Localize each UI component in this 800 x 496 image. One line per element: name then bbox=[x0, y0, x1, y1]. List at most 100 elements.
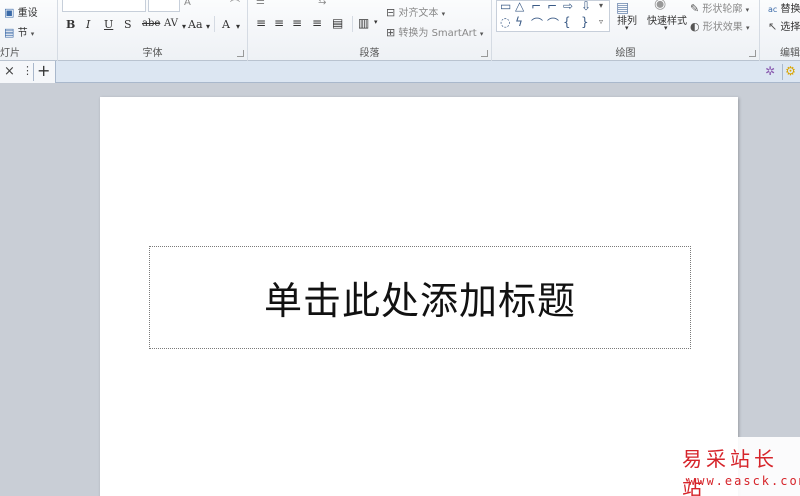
right-brace-shape-icon[interactable]: } bbox=[581, 15, 589, 29]
bold-button[interactable]: B bbox=[66, 18, 75, 31]
arc-shape-icon[interactable]: ⌒ bbox=[531, 15, 543, 32]
text-direction-icon[interactable]: ⇆ bbox=[318, 0, 326, 7]
paragraph-group: ☰ ⇆ ≡ ≡ ≡ ≡ ▤ ▥ ▾ ⊟ 对齐文本 ▾ ⊞ 转换为 SmartAr… bbox=[248, 0, 492, 61]
left-brace-shape-icon[interactable]: { bbox=[563, 15, 571, 29]
distribute-icon[interactable]: ▤ bbox=[332, 16, 343, 30]
drawing-group-label: 绘图 bbox=[615, 48, 636, 59]
italic-button[interactable]: I bbox=[86, 18, 90, 31]
elbow-connector-icon[interactable]: ⌐ bbox=[531, 0, 541, 13]
align-text-button[interactable]: ⊟ 对齐文本 ▾ bbox=[386, 4, 445, 19]
editing-group-label: 编辑 bbox=[780, 48, 800, 59]
effects-icon: ◐ bbox=[690, 20, 700, 33]
font-color-dropdown-icon[interactable]: ▾ bbox=[236, 22, 240, 31]
convert-smartart-label: 转换为 SmartArt bbox=[398, 28, 477, 39]
right-arrow-shape-icon[interactable]: ⇨ bbox=[563, 0, 573, 13]
reset-icon: ▣ bbox=[4, 6, 15, 19]
down-arrow-shape-icon[interactable]: ⇩ bbox=[581, 0, 591, 13]
quick-styles-icon: ◉ bbox=[654, 0, 667, 12]
shadow-button[interactable]: S bbox=[124, 18, 132, 31]
font-dialog-launcher[interactable] bbox=[237, 50, 244, 57]
char-spacing-button[interactable]: AV bbox=[164, 18, 178, 29]
lightning-shape-icon[interactable]: ϟ bbox=[515, 15, 523, 29]
grow-font-icon[interactable]: A˄ bbox=[184, 0, 196, 8]
font-name-combo[interactable] bbox=[62, 0, 146, 12]
font-group: A˄ ⌒ B I U S abe AV ▾ Aa ▾ A ▾ 字体 bbox=[58, 0, 248, 61]
change-case-dropdown-icon[interactable]: ▾ bbox=[206, 22, 210, 31]
cloud-shape-icon[interactable]: ◌ bbox=[500, 15, 510, 29]
paragraph-group-label: 段落 bbox=[359, 48, 380, 59]
underline-button[interactable]: U bbox=[104, 18, 113, 31]
slide-canvas[interactable]: 单击此处添加标题 bbox=[100, 97, 738, 496]
dropdown-arrow-icon: ▾ bbox=[441, 10, 446, 18]
cursor-icon: ↖ bbox=[768, 20, 778, 33]
curve-shape-icon[interactable]: ⌒ bbox=[547, 15, 559, 32]
watermark-site-name: 易采站长站 bbox=[682, 447, 778, 496]
elbow-arrow-icon[interactable]: ⌐ bbox=[547, 0, 557, 13]
pencil-icon: ✎ bbox=[690, 2, 700, 15]
drawing-dialog-launcher[interactable] bbox=[749, 50, 756, 57]
reset-button[interactable]: ▣ 重设 bbox=[4, 4, 38, 19]
shapes-gallery[interactable]: ▭ △ ⌐ ⌐ ⇨ ⇩ ◌ ϟ ⌒ ⌒ { } ▾ ▿ bbox=[496, 0, 610, 32]
shape-outline-label: 形状轮廓 bbox=[702, 4, 743, 15]
dropdown-arrow-icon: ▾ bbox=[479, 30, 484, 38]
section-button[interactable]: ▤ 节 ▾ bbox=[4, 24, 34, 39]
columns-dropdown-icon[interactable]: ▾ bbox=[374, 18, 378, 26]
select-button[interactable]: ↖ 选择 bbox=[768, 18, 800, 33]
change-case-button[interactable]: Aa bbox=[188, 18, 203, 31]
clear-format-icon[interactable]: ⌒ bbox=[230, 0, 240, 11]
columns-icon[interactable]: ▥ bbox=[358, 16, 369, 30]
drawing-group: ▭ △ ⌐ ⌐ ⇨ ⇩ ◌ ϟ ⌒ ⌒ { } ▾ ▿ ▤ 排列 ▾ ◉ 快速样… bbox=[492, 0, 760, 61]
divider bbox=[352, 16, 353, 32]
add-tab-button[interactable]: + bbox=[37, 61, 50, 80]
gear-icon[interactable]: ⚙ bbox=[782, 64, 798, 80]
align-left-icon[interactable]: ≡ bbox=[256, 16, 266, 30]
paragraph-dialog-launcher[interactable] bbox=[481, 50, 488, 57]
replace-button[interactable]: ac 替换 bbox=[768, 0, 800, 15]
slides-group: ▣ 重设 ▤ 节 ▾ 灯片 bbox=[0, 0, 58, 61]
document-tab-bar: × ⋮ + ✲ ⚙ bbox=[0, 61, 800, 83]
watermark: 易采站长站 www.easck.com bbox=[652, 437, 800, 496]
shape-outline-button[interactable]: ✎ 形状轮廓 ▾ bbox=[690, 0, 749, 15]
justify-icon[interactable]: ≡ bbox=[312, 16, 322, 30]
divider bbox=[33, 63, 34, 81]
title-placeholder-text: 单击此处添加标题 bbox=[263, 279, 576, 323]
editing-group: ac 替换 ↖ 选择 编辑 bbox=[760, 0, 800, 61]
arrange-dropdown-icon[interactable]: ▾ bbox=[625, 24, 629, 32]
more-options-icon[interactable]: ⋮ bbox=[22, 64, 33, 77]
divider bbox=[214, 16, 215, 32]
close-tab-icon[interactable]: × bbox=[4, 64, 15, 79]
reset-label: 重设 bbox=[17, 8, 38, 19]
title-placeholder[interactable]: 单击此处添加标题 bbox=[149, 246, 691, 349]
section-label: 节 bbox=[17, 28, 28, 39]
triangle-shape-icon[interactable]: △ bbox=[515, 0, 524, 13]
strikethrough-button[interactable]: abe bbox=[142, 18, 160, 29]
select-label: 选择 bbox=[780, 22, 800, 33]
convert-smartart-button[interactable]: ⊞ 转换为 SmartArt ▾ bbox=[386, 24, 483, 39]
rectangle-shape-icon[interactable]: ▭ bbox=[500, 0, 511, 13]
watermark-url: www.easck.com bbox=[688, 474, 800, 488]
align-text-icon: ⊟ bbox=[386, 6, 396, 19]
replace-label: 替换 bbox=[780, 4, 800, 15]
align-right-icon[interactable]: ≡ bbox=[292, 16, 302, 30]
shape-effects-label: 形状效果 bbox=[702, 22, 743, 33]
ribbon: ▣ 重设 ▤ 节 ▾ 灯片 A˄ ⌒ B I U S abe AV ▾ Aa ▾… bbox=[0, 0, 800, 61]
align-center-icon[interactable]: ≡ bbox=[274, 16, 284, 30]
smartart-icon: ⊞ bbox=[386, 26, 396, 39]
bullets-icon[interactable]: ☰ bbox=[256, 0, 265, 7]
font-color-button[interactable]: A bbox=[222, 18, 230, 31]
quick-styles-dropdown-icon[interactable]: ▾ bbox=[664, 24, 668, 32]
font-group-label: 字体 bbox=[142, 48, 163, 59]
shape-effects-button[interactable]: ◐ 形状效果 ▾ bbox=[690, 18, 750, 33]
gallery-more-icon[interactable]: ▿ bbox=[599, 17, 603, 26]
slides-group-label: 灯片 bbox=[0, 48, 20, 59]
char-spacing-dropdown-icon[interactable]: ▾ bbox=[182, 22, 186, 31]
font-size-combo[interactable] bbox=[148, 0, 180, 12]
dropdown-arrow-icon: ▾ bbox=[745, 24, 750, 32]
align-text-label: 对齐文本 bbox=[398, 8, 439, 19]
magic-wand-icon[interactable]: ✲ bbox=[762, 64, 778, 80]
dropdown-arrow-icon: ▾ bbox=[30, 30, 35, 38]
dropdown-arrow-icon: ▾ bbox=[745, 6, 750, 14]
gallery-scroll-down-icon[interactable]: ▾ bbox=[599, 1, 603, 10]
section-icon: ▤ bbox=[4, 26, 15, 39]
replace-icon: ac bbox=[768, 5, 778, 14]
